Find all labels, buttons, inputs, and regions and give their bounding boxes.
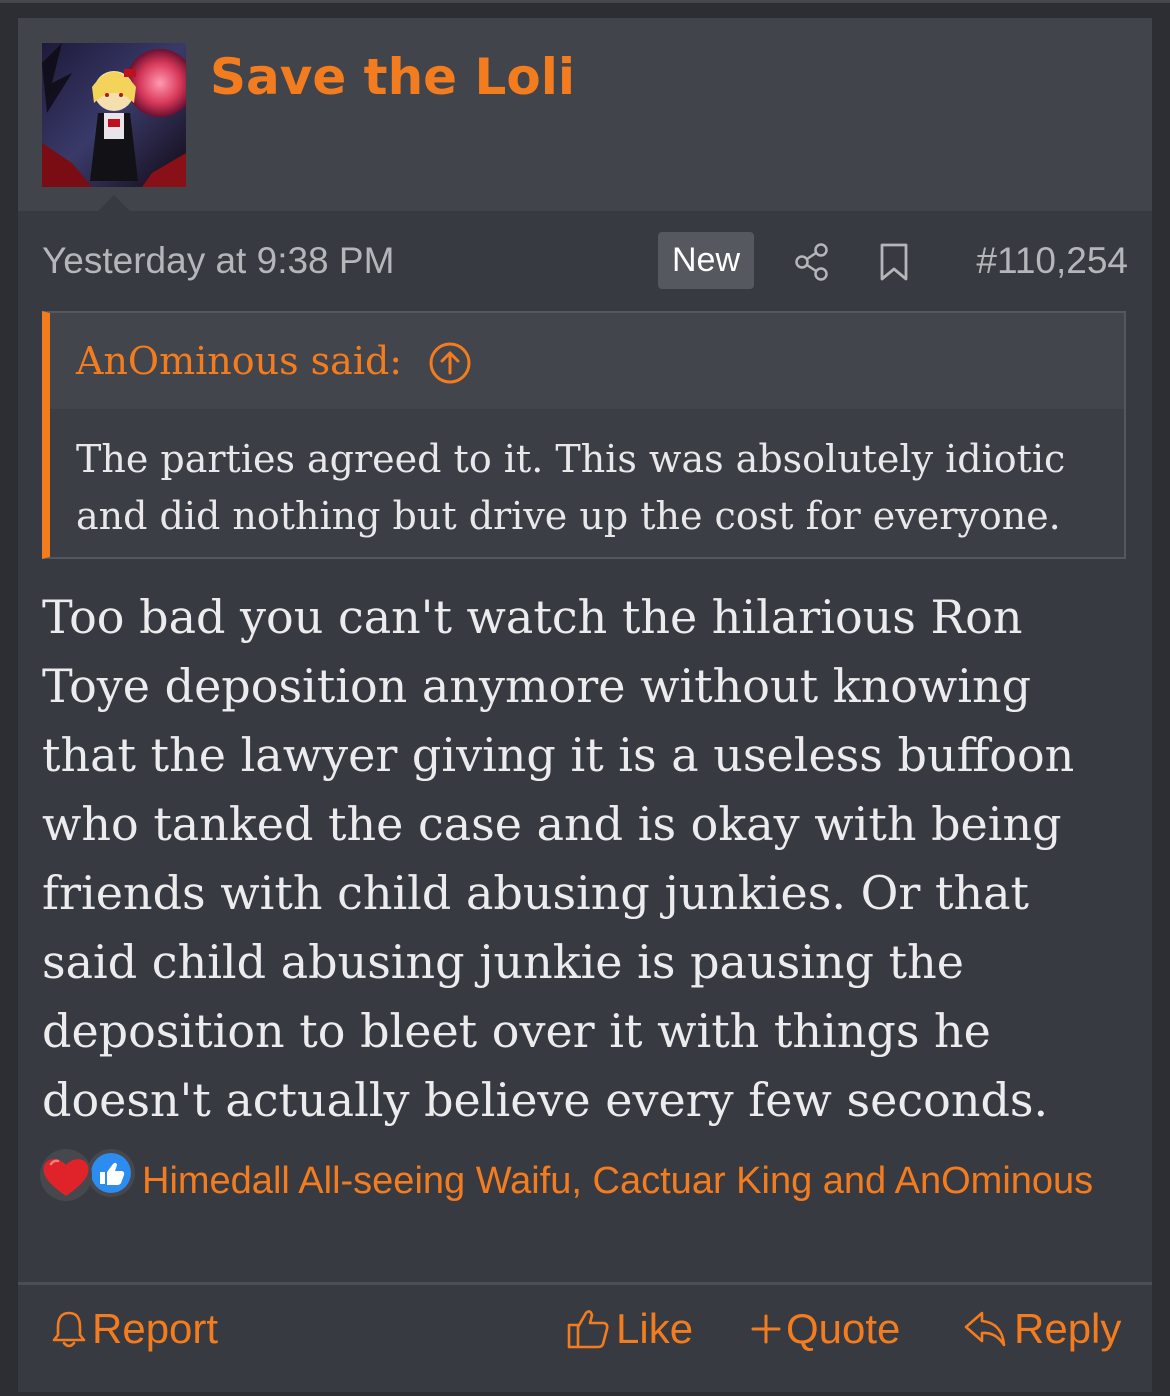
report-button[interactable]: Report xyxy=(52,1303,218,1355)
reply-label: Reply xyxy=(1014,1305,1122,1352)
new-badge: New xyxy=(658,232,754,289)
quote-author[interactable]: AnOminous said: xyxy=(76,339,402,383)
thumbs-up-icon xyxy=(91,1153,131,1193)
post-header: Save the Loli xyxy=(18,18,1152,211)
post-actions: Report Like Quote Reply xyxy=(18,1285,1152,1392)
post-timestamp[interactable]: Yesterday at 9:38 PM xyxy=(42,240,394,282)
report-label: Report xyxy=(92,1305,219,1352)
post-number[interactable]: #110,254 xyxy=(976,240,1128,282)
quote-button[interactable]: Quote xyxy=(750,1303,900,1355)
reaction-icons[interactable] xyxy=(38,1148,138,1202)
quote-label: Quote xyxy=(786,1305,901,1352)
like-button[interactable]: Like xyxy=(566,1303,693,1355)
post-container: Save the Loli Yesterday at 9:38 PM New #… xyxy=(18,18,1152,1392)
avatar[interactable] xyxy=(42,43,186,187)
post-meta: Yesterday at 9:38 PM New #110,254 xyxy=(18,230,1152,290)
arrow-up-circle-icon[interactable] xyxy=(428,341,472,385)
avatar-pointer xyxy=(98,195,130,211)
plus-icon xyxy=(751,1314,781,1344)
message-body: Too bad you can't watch the hilarious Ro… xyxy=(42,590,1075,1127)
reply-arrow-icon xyxy=(964,1311,1006,1347)
top-border xyxy=(0,0,1170,3)
bell-icon xyxy=(52,1311,86,1348)
username[interactable]: Save the Loli xyxy=(210,48,575,106)
share-icon[interactable] xyxy=(794,242,830,282)
reply-button[interactable]: Reply xyxy=(962,1303,1121,1355)
reaction-users[interactable]: Himedall All-seeing Waifu, Cactuar King … xyxy=(42,1156,1122,1207)
quote-block: AnOminous said: The parties agreed to it… xyxy=(42,311,1126,559)
quote-text: The parties agreed to it. This was absol… xyxy=(76,437,1066,538)
thumbs-up-outline-icon xyxy=(567,1310,609,1349)
bookmark-icon[interactable] xyxy=(878,242,910,282)
like-label: Like xyxy=(616,1305,694,1352)
quote-header: AnOminous said: xyxy=(50,313,1124,409)
reactions-bar[interactable]: Himedall All-seeing Waifu, Cactuar King … xyxy=(38,1148,1128,1258)
